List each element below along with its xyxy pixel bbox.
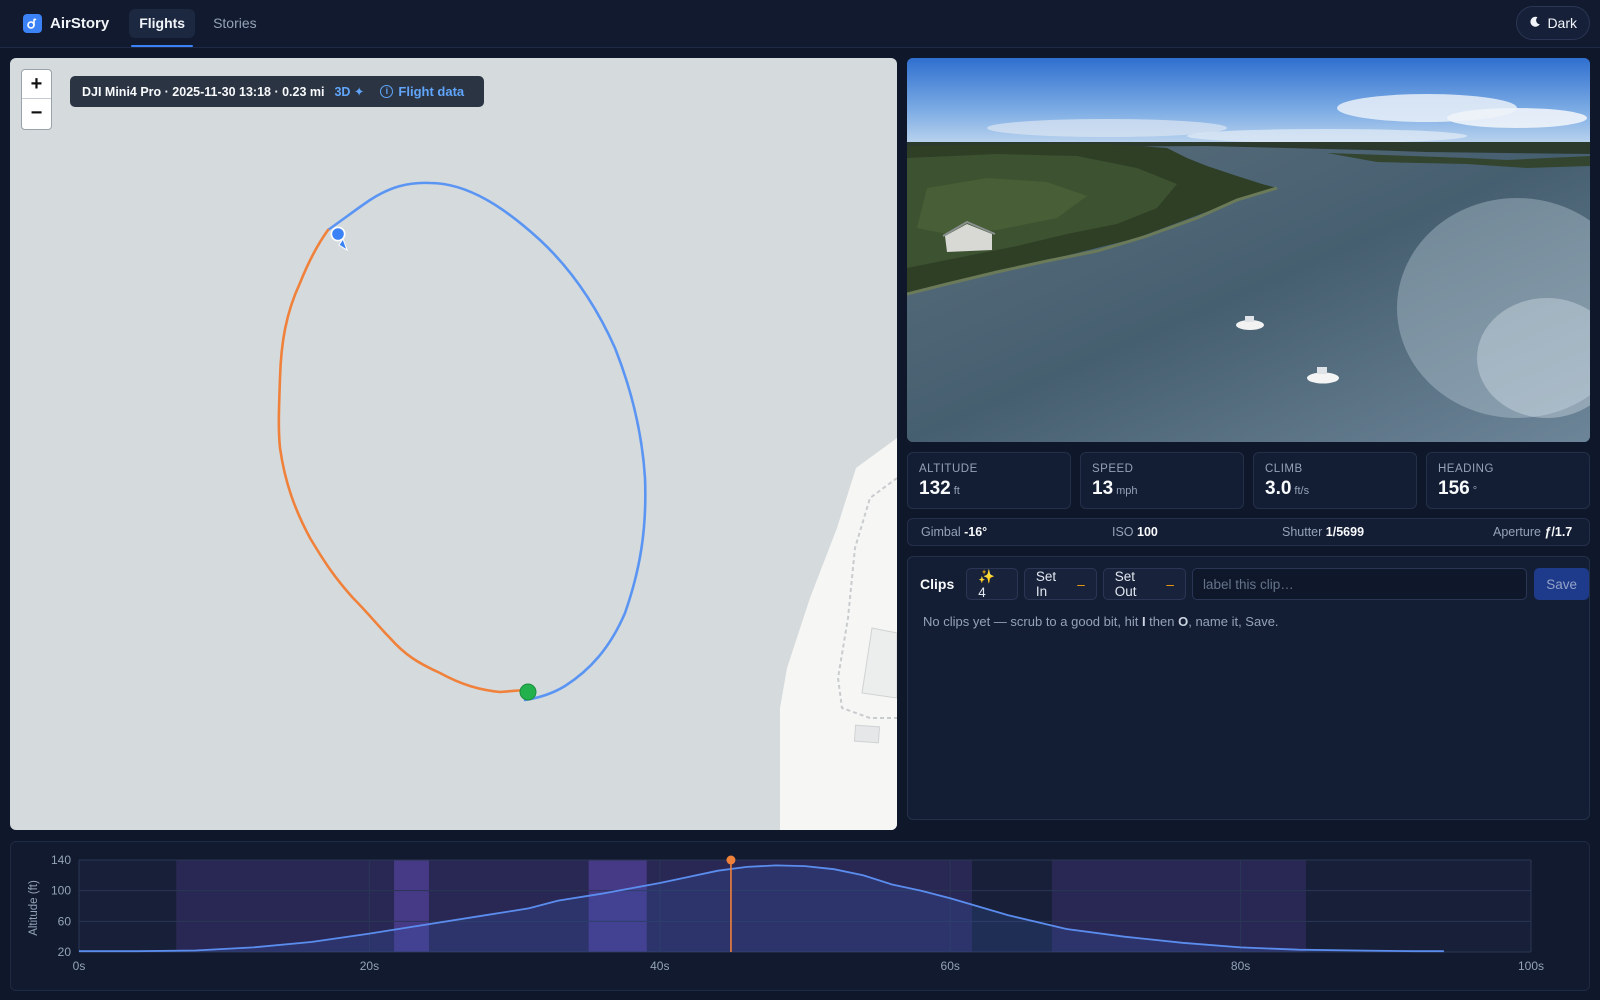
empty-text: then (1145, 614, 1179, 629)
altitude-chart[interactable]: 140 100 60 20 0s 20s 40s 60s 80s 100s Altitude (… (11, 842, 1591, 992)
empty-text: , name it, Save. (1188, 614, 1279, 629)
brand[interactable]: AirStory (23, 14, 109, 33)
stat-number: 156 (1438, 478, 1470, 499)
stat-label: HEADING (1438, 463, 1494, 475)
flight-map[interactable]: + − DJI Mini4 Pro · 2025-11-30 13:18 · 0… (10, 58, 897, 830)
clips-panel: Clips ✨ 4 Set In – Set Out – Save No clips… (907, 556, 1590, 820)
set-out-button[interactable]: Set Out – (1102, 568, 1186, 600)
top-bar: AirStory Flights Stories Dark (0, 0, 1600, 48)
stat-unit: ft/s (1294, 485, 1310, 497)
airstory-logo-icon (23, 14, 42, 33)
stat-number: 3.0 (1265, 478, 1292, 499)
set-in-value: – (1077, 576, 1085, 592)
start-marker[interactable] (519, 683, 537, 701)
speed-card: SPEED 13 mph (1080, 452, 1244, 509)
gimbal-value: -16° (964, 525, 988, 539)
x-tick-label: 20s (360, 959, 379, 973)
theme-toggle-button[interactable]: Dark (1516, 6, 1590, 40)
auto-clips-button[interactable]: ✨ 4 (966, 568, 1018, 600)
playhead-handle[interactable] (726, 855, 736, 865)
gimbal-label: Gimbal (921, 525, 961, 539)
y-tick-label: 100 (51, 884, 71, 898)
climb-card: CLIMB 3.0 ft/s (1253, 452, 1417, 509)
info-icon: i (380, 85, 394, 98)
stat-label: SPEED (1092, 463, 1134, 475)
heading-value: 156 ° (1438, 478, 1589, 500)
x-tick-label: 40s (650, 959, 669, 973)
x-tick-label: 60s (941, 959, 960, 973)
aperture-value: ƒ/1.7 (1544, 525, 1573, 539)
video-player[interactable] (907, 58, 1590, 442)
zoom-out-button[interactable]: − (22, 99, 51, 128)
map-canvas (277, 181, 897, 830)
aperture-label: Aperture (1493, 525, 1541, 539)
heading-card: HEADING 156 ° (1426, 452, 1590, 509)
altitude-value: 132 ft (919, 478, 1070, 500)
zoom-in-button[interactable]: + (22, 70, 51, 99)
stat-unit: mph (1116, 485, 1138, 497)
app-name: AirStory (50, 15, 110, 32)
video-frame (907, 58, 1590, 442)
clip-label-input[interactable] (1191, 568, 1528, 600)
climb-value: 3.0 ft/s (1265, 478, 1416, 500)
3d-toggle-button[interactable]: 3D ✦ (334, 84, 364, 99)
y-axis-label: Altitude (ft) (28, 880, 40, 936)
shutter-label: Shutter (1282, 525, 1323, 539)
iso-label: ISO (1112, 525, 1134, 539)
y-tick-label: 20 (58, 945, 72, 959)
stat-number: 13 (1092, 478, 1114, 499)
x-tick-label: 0s (73, 959, 86, 973)
y-tick-label: 60 (58, 914, 72, 928)
set-out-label: Set Out (1114, 569, 1137, 599)
flight-data-button[interactable]: i Flight data (380, 84, 464, 99)
stat-unit: ft (953, 485, 960, 497)
x-tick-label: 100s (1518, 959, 1544, 973)
altitude-card: ALTITUDE 132 ft (907, 452, 1071, 509)
speed-value: 13 mph (1092, 478, 1243, 500)
set-in-button[interactable]: Set In – (1023, 568, 1097, 600)
save-clip-button[interactable]: Save (1534, 568, 1589, 600)
stat-label: ALTITUDE (919, 463, 978, 475)
shutter-readout: Shutter 1/5699 (1282, 525, 1364, 539)
tab-flights[interactable]: Flights (129, 9, 196, 47)
set-in-label: Set In (1035, 569, 1057, 599)
drone-position-marker[interactable] (330, 226, 348, 252)
route-flown-path (277, 228, 527, 694)
building (853, 724, 881, 744)
x-tick-label: 80s (1231, 959, 1250, 973)
main-nav: Flights Stories (129, 0, 274, 48)
iso-value: 100 (1137, 525, 1158, 539)
stat-number: 132 (919, 478, 951, 499)
tab-stories[interactable]: Stories (203, 9, 267, 38)
gimbal-readout: Gimbal -16° (921, 525, 987, 539)
moon-icon (1529, 15, 1541, 31)
camera-settings-bar: Gimbal -16° ISO 100 Shutter 1/5699 Apert… (907, 518, 1590, 546)
map-zoom-control: + − (21, 69, 52, 130)
flight-data-label: Flight data (398, 84, 465, 99)
set-out-value: – (1166, 576, 1174, 592)
stat-label: CLIMB (1265, 463, 1303, 475)
empty-text: No clips yet — scrub to a good bit, hit (923, 614, 1142, 629)
theme-toggle-label: Dark (1547, 15, 1577, 31)
aperture-readout: Aperture ƒ/1.7 (1493, 525, 1572, 539)
clips-title: Clips (920, 576, 955, 592)
shutter-value: 1/5699 (1325, 525, 1365, 539)
altitude-timeline[interactable]: 140 100 60 20 0s 20s 40s 60s 80s 100s Altitude (… (10, 841, 1590, 991)
stat-unit: ° (1472, 485, 1478, 497)
clips-toolbar: Clips ✨ 4 Set In – Set Out – Save (920, 568, 1589, 600)
flight-info-bar: DJI Mini4 Pro · 2025-11-30 13:18 · 0.23 … (70, 76, 485, 107)
clips-empty-message: No clips yet — scrub to a good bit, hit … (923, 614, 1279, 629)
y-tick-label: 140 (51, 853, 71, 867)
shortcut-out-key: O (1178, 614, 1189, 629)
iso-readout: ISO 100 (1112, 525, 1158, 539)
flight-title: DJI Mini4 Pro · 2025-11-30 13:18 · 0.23 … (82, 84, 325, 99)
